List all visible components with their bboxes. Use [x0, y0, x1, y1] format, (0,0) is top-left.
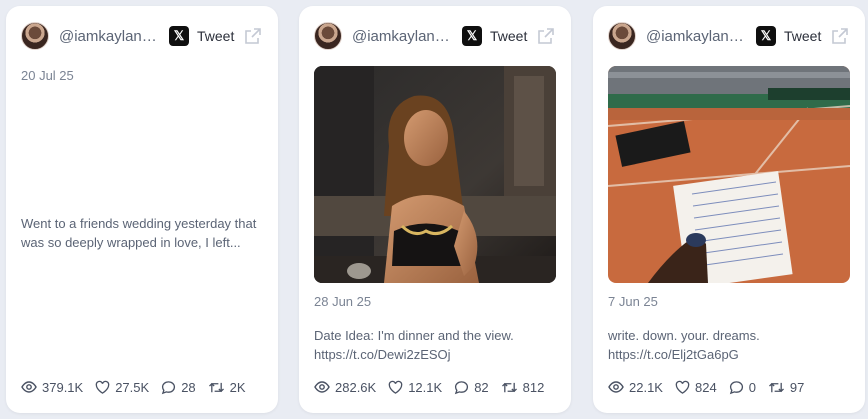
source-label: Tweet: [490, 28, 528, 44]
retweets-count: 97: [789, 379, 805, 395]
likes-count: 12.1K: [408, 379, 443, 395]
retweet-icon: [208, 382, 224, 392]
tweet-text: write. down. your. dreams. https://t.co/…: [608, 328, 760, 362]
retweet-icon: [501, 382, 517, 392]
likes-stat: 824: [675, 380, 717, 395]
heart-icon: [95, 380, 110, 394]
external-link-icon[interactable]: [244, 27, 262, 45]
views-count: 282.6K: [335, 379, 377, 395]
replies-stat: 82: [454, 379, 489, 395]
tweet-photo[interactable]: [314, 66, 556, 283]
retweets-stat: 97: [768, 380, 804, 395]
views-stat: 379.1K: [21, 379, 83, 395]
x-logo-icon: 𝕏: [169, 26, 189, 46]
tweet-text: Went to a friends wedding yesterday that…: [21, 216, 257, 250]
eye-icon: [608, 381, 624, 393]
tweet-card[interactable]: @iamkaylanic... 𝕏 Tweet 20 Jul 25 Went t…: [6, 6, 278, 413]
external-link-icon[interactable]: [537, 27, 555, 45]
avatar[interactable]: [608, 22, 636, 50]
comment-icon: [455, 380, 469, 394]
likes-count: 27.5K: [115, 379, 150, 395]
source-label: Tweet: [784, 28, 822, 44]
tweet-date: 20 Jul 25: [21, 68, 74, 83]
heart-icon: [675, 380, 690, 394]
replies-stat: 0: [729, 380, 756, 395]
tweet-text: Date Idea: I'm dinner and the view. http…: [314, 328, 514, 362]
tweet-date: 7 Jun 25: [608, 294, 658, 309]
views-stat: 282.6K: [314, 379, 376, 395]
heart-icon: [388, 380, 403, 394]
dinner-photo-image: [314, 66, 556, 283]
author-handle[interactable]: @iamkaylanic...: [646, 28, 746, 45]
eye-icon: [314, 381, 330, 393]
views-count: 379.1K: [42, 379, 84, 395]
likes-stat: 27.5K: [95, 380, 149, 395]
avatar[interactable]: [314, 22, 342, 50]
x-logo-icon: 𝕏: [462, 26, 482, 46]
tweet-stats: 379.1K 27.5K 28 2K: [21, 379, 258, 395]
tennis-court-note-image: [608, 66, 850, 283]
retweets-count: 812: [522, 379, 545, 395]
replies-stat: 28: [161, 379, 196, 395]
card-header: @iamkaylanic... 𝕏 Tweet: [21, 21, 263, 51]
card-header: @iamkaylanic... 𝕏 Tweet: [608, 21, 850, 51]
author-handle[interactable]: @iamkaylanic...: [352, 28, 452, 45]
card-header: @iamkaylanic... 𝕏 Tweet: [314, 21, 556, 51]
external-link-icon[interactable]: [831, 27, 849, 45]
replies-count: 28: [181, 379, 196, 395]
retweets-count: 2K: [229, 379, 246, 395]
comment-icon: [729, 380, 743, 394]
tweet-card[interactable]: @iamkaylanic... 𝕏 Tweet 7 Jun 25 write. …: [593, 6, 865, 413]
tweet-stats: 282.6K 12.1K 82 812: [314, 379, 556, 395]
likes-stat: 12.1K: [388, 380, 442, 395]
views-count: 22.1K: [629, 379, 663, 395]
tweet-stats: 22.1K 824 0 97: [608, 379, 816, 395]
likes-count: 824: [694, 379, 717, 395]
retweets-stat: 812: [501, 379, 545, 395]
views-stat: 22.1K: [608, 379, 663, 395]
replies-count: 82: [474, 379, 489, 395]
replies-count: 0: [748, 379, 756, 395]
avatar[interactable]: [21, 22, 49, 50]
comment-icon: [162, 380, 176, 394]
retweet-icon: [768, 382, 784, 392]
tweet-photo[interactable]: [608, 66, 850, 283]
source-label: Tweet: [197, 28, 235, 44]
retweets-stat: 2K: [208, 380, 246, 395]
tweet-card[interactable]: @iamkaylanic... 𝕏 Tweet 28 Jun 25 Date I: [299, 6, 571, 413]
tweet-date: 28 Jun 25: [314, 294, 372, 309]
author-handle[interactable]: @iamkaylanic...: [59, 28, 159, 45]
eye-icon: [21, 381, 37, 393]
x-logo-icon: 𝕏: [756, 26, 776, 46]
